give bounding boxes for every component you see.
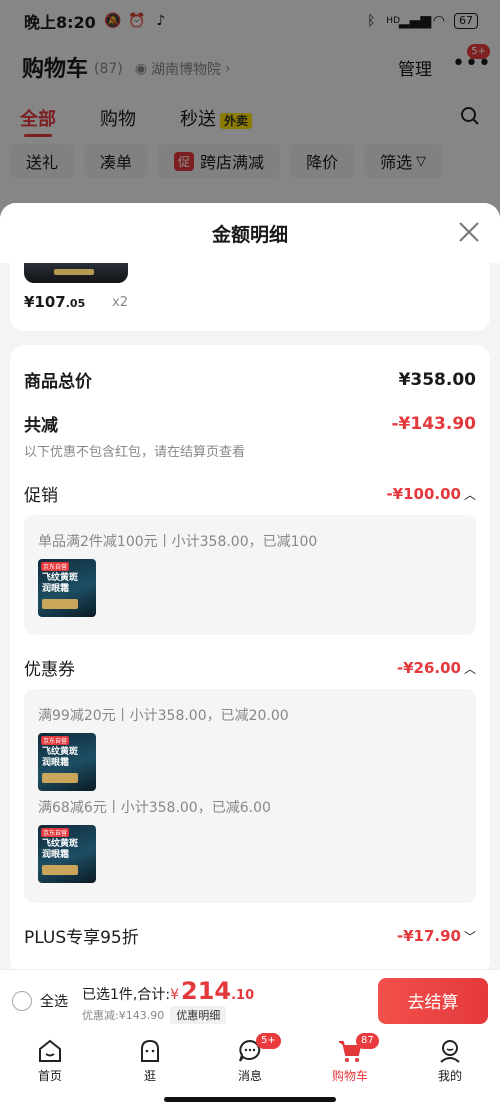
total-row: 商品总价 ¥358.00 — [24, 367, 476, 393]
nav-cart-label: 购物车 — [331, 1068, 368, 1083]
thumb-text: 飞纹黄斑 润眼霜 — [42, 839, 79, 860]
nav-cart[interactable]: 购物车 87 — [300, 1031, 400, 1089]
product-thumbnail: 京东自营 飞纹黄斑 润眼霜 — [38, 825, 96, 883]
nav-messages-label: 消息 — [237, 1068, 262, 1083]
thumb-tag: 京东自营 — [41, 828, 70, 837]
face-icon — [141, 1039, 159, 1062]
promo-detail-box: 单品满2件减100元丨小计358.00，已减100 京东自营 飞纹黄斑 润眼霜 — [24, 515, 476, 635]
product-card: ¥107.05 x2 — [10, 263, 490, 331]
plus-row[interactable]: PLUS专享95折 -¥17.90 ﹀ — [24, 923, 476, 948]
promo-row[interactable]: 促销 -¥100.00 ︿ — [24, 481, 476, 506]
cart-badge: 87 — [356, 1033, 379, 1049]
coupon-row[interactable]: 优惠券 -¥26.00 ︿ — [24, 655, 476, 680]
nav-messages[interactable]: 消息 5+ — [200, 1031, 300, 1089]
promo-value: -¥100.00 — [386, 485, 461, 503]
messages-badge: 5+ — [256, 1033, 281, 1049]
checkout-bar: 全选 已选1件,合计: ¥ 214 .10 优惠减:¥143.90 优惠明细 去… — [0, 969, 500, 1031]
sheet-title: 金额明细 — [211, 223, 288, 246]
product-price: ¥107.05 — [24, 293, 85, 311]
product-qty: x2 — [112, 295, 128, 310]
product-thumbnail: 京东自营 飞纹黄斑 润眼霜 — [38, 733, 96, 791]
chevron-down-icon: ﹀ — [463, 930, 476, 944]
total-amount-int: 214 — [181, 977, 232, 1005]
home-icon — [39, 1039, 61, 1062]
total-currency: ¥ — [170, 987, 179, 1003]
red-packet-note: 以下优惠不包含红包，请在结算页查看 — [24, 445, 246, 460]
reduce-label: 共减 — [24, 416, 58, 436]
coupon-line-1: 满99减20元丨小计358.00，已减20.00 — [38, 708, 289, 724]
amount-detail-card: 商品总价 ¥358.00 共减 -¥143.90 以下优惠不包含红包，请在结算页… — [10, 345, 490, 969]
product-image — [24, 263, 128, 283]
promo-label: 促销 — [24, 486, 58, 506]
product-price-dec: .05 — [65, 297, 86, 310]
coupon-label: 优惠券 — [24, 660, 75, 680]
selected-text: 已选1件,合计: — [82, 987, 171, 1003]
thumb-stripe — [42, 773, 78, 783]
checkout-button[interactable]: 去结算 — [378, 977, 488, 1024]
profile-icon — [440, 1039, 460, 1063]
sheet-header: 金额明细 — [0, 203, 500, 263]
thumb-text: 飞纹黄斑 润眼霜 — [42, 573, 79, 594]
chevron-up-icon: ︿ — [463, 488, 476, 502]
promo-line: 单品满2件减100元丨小计358.00，已减100 — [38, 534, 318, 550]
nav-profile-label: 我的 — [437, 1068, 462, 1083]
discount-detail-button[interactable]: 优惠明细 — [170, 1006, 227, 1024]
product-thumbnail: 京东自营 飞纹黄斑 润眼霜 — [38, 559, 96, 617]
home-indicator[interactable] — [164, 1097, 336, 1102]
reduce-row: 共减 -¥143.90 — [24, 411, 477, 437]
total-amount-dec: .10 — [231, 988, 255, 1003]
total-value: ¥358.00 — [398, 369, 476, 390]
thumb-stripe — [42, 865, 78, 875]
nav-browse[interactable]: 逛 — [100, 1031, 200, 1089]
total-label: 商品总价 — [24, 372, 92, 392]
discount-text: 优惠减:¥143.90 — [82, 1009, 165, 1022]
product-price-int: ¥107 — [24, 293, 66, 311]
plus-label: PLUS专享95折 — [24, 928, 139, 948]
chevron-up-icon: ︿ — [463, 662, 476, 676]
thumb-tag: 京东自营 — [41, 736, 70, 745]
nav-browse-label: 逛 — [143, 1068, 156, 1083]
coupon-line-2: 满68减6元丨小计358.00，已减6.00 — [38, 800, 271, 816]
reduce-value: -¥143.90 — [391, 413, 477, 434]
nav-profile[interactable]: 我的 — [400, 1031, 500, 1089]
nav-home-label: 首页 — [37, 1068, 62, 1083]
coupon-detail-box: 满99减20元丨小计358.00，已减20.00 京东自营 飞纹黄斑 润眼霜 满6… — [24, 689, 476, 903]
total-summary: 已选1件,合计: ¥ 214 .10 优惠减:¥143.90 优惠明细 — [82, 977, 254, 1024]
bottom-nav: 首页 逛 消息 5+ 购物车 87 我的 — [0, 1031, 500, 1089]
thumb-tag: 京东自营 — [41, 562, 70, 571]
coupon-value: -¥26.00 — [396, 659, 461, 677]
thumb-text: 飞纹黄斑 润眼霜 — [42, 747, 79, 768]
select-all-label[interactable]: 全选 — [40, 991, 68, 1011]
select-all-checkbox[interactable] — [12, 990, 32, 1011]
plus-value: -¥17.90 — [396, 927, 461, 945]
thumb-stripe — [42, 599, 78, 609]
close-icon[interactable] — [458, 221, 480, 243]
amount-detail-sheet: 金额明细 ¥107.05 x2 商品总价 ¥358.00 共减 -¥143.90… — [0, 203, 500, 969]
nav-home[interactable]: 首页 — [0, 1031, 100, 1089]
